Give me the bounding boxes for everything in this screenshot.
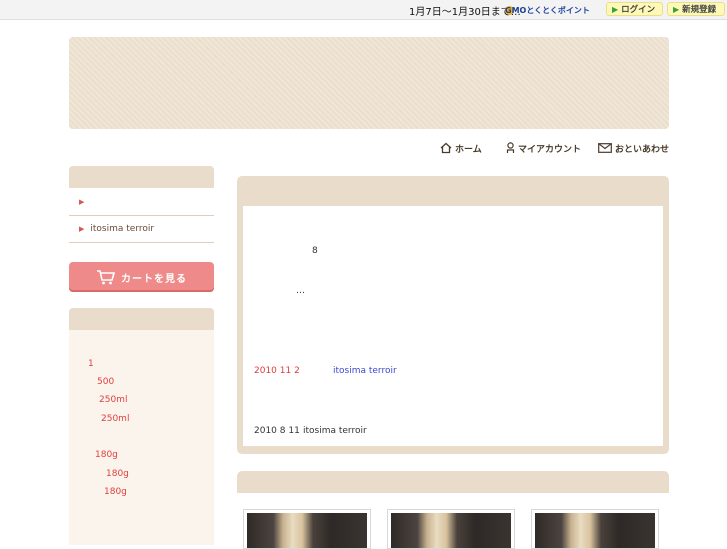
ranking-item[interactable]: 180g [104, 487, 127, 497]
gmo-points-logo[interactable]: GMOとくとくポイント [505, 4, 601, 16]
header-banner [69, 37, 669, 129]
intro-text-line: 8 [312, 246, 318, 256]
main-panel-content [243, 206, 663, 446]
nav-my-account-label: マイアカウント [518, 144, 582, 155]
triangle-right-icon: ▶ [79, 198, 85, 206]
ranking-item[interactable]: 500 [97, 377, 114, 387]
home-icon [440, 142, 452, 154]
product-photo [247, 513, 367, 548]
news-link[interactable]: itosima terroir [333, 366, 397, 376]
arrow-right-icon: ▶ [612, 4, 619, 14]
ranking-item[interactable]: 250ml [99, 395, 127, 405]
category-item[interactable]: ▶ itosima terroir [69, 216, 214, 243]
category-header [69, 166, 214, 188]
cart-icon [97, 270, 116, 285]
ranking-item[interactable]: 180g [106, 469, 129, 479]
envelope-icon [598, 143, 612, 153]
login-label: ログイン [621, 5, 656, 15]
nav-contact-label: おといあわせ [615, 144, 670, 155]
register-label: 新規登録 [682, 5, 717, 15]
view-cart-button[interactable]: カートを見る [69, 262, 214, 292]
gmo-points-label: GMOとくとくポイント [505, 5, 590, 15]
main-panel-header [237, 176, 669, 206]
ranking-item[interactable]: 1 [88, 359, 94, 369]
arrow-right-icon: ▶ [673, 4, 680, 14]
category-item[interactable]: ▶ [69, 189, 214, 216]
view-cart-label: カートを見る [121, 273, 187, 285]
nav-home[interactable]: ホーム [440, 141, 482, 155]
product-thumbnail[interactable] [243, 509, 371, 549]
news-text: itosima terroir [303, 426, 367, 436]
nav-contact[interactable]: おといあわせ [598, 141, 669, 155]
person-icon [506, 142, 515, 153]
news-date: 2010 11 2 [254, 366, 300, 376]
ranking-header [69, 308, 214, 330]
product-photo [535, 513, 655, 548]
category-label: itosima terroir [90, 224, 155, 234]
product-photo [391, 513, 511, 548]
product-thumbnail[interactable] [531, 509, 659, 549]
login-button[interactable]: ▶ ログイン [606, 2, 663, 16]
intro-text-ellipsis: … [296, 286, 305, 296]
nav-my-account[interactable]: マイアカウント [506, 141, 581, 155]
product-thumbnail[interactable] [387, 509, 515, 549]
products-section-header [237, 471, 669, 493]
register-button[interactable]: ▶ 新規登録 [667, 2, 725, 16]
news-date: 2010 8 11 [254, 426, 300, 436]
ranking-item[interactable]: 180g [95, 450, 118, 460]
top-utility-bar: 1月7日～1月30日まで… GMOとくとくポイント ▶ ログイン ▶ 新規登録 [0, 0, 727, 20]
ranking-item[interactable]: 250ml [101, 414, 129, 424]
nav-home-label: ホーム [455, 144, 482, 155]
triangle-right-icon: ▶ [79, 225, 85, 233]
